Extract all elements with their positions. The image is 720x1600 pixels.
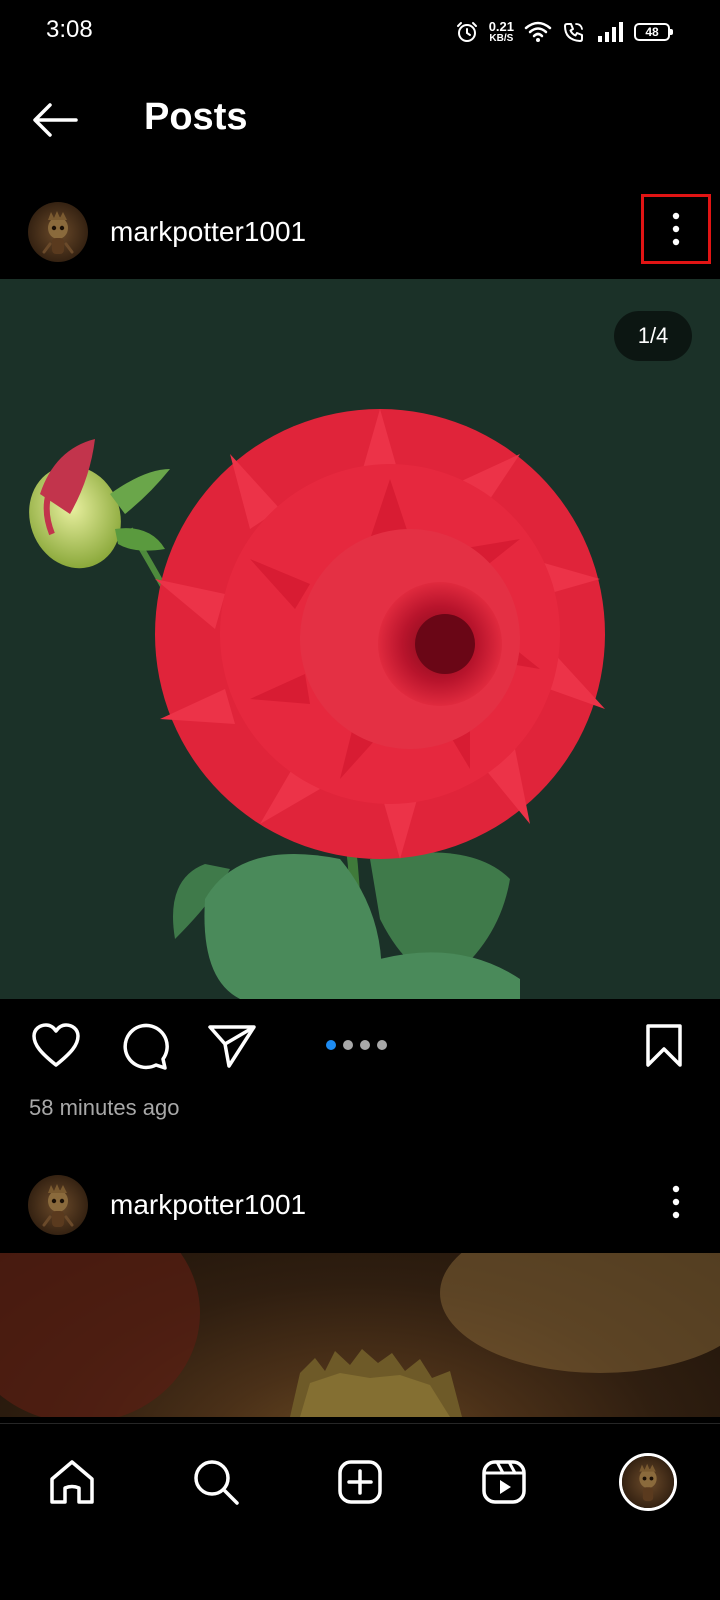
nav-profile[interactable] [610, 1444, 686, 1520]
status-bar: 3:08 0.21 KB/S 48 [0, 0, 720, 64]
signal-icon [598, 22, 623, 42]
network-speed: 0.21 KB/S [489, 20, 514, 44]
groot-avatar-image [622, 1456, 674, 1508]
carousel-dot [360, 1040, 370, 1050]
groot-photo-image [0, 1253, 720, 1417]
username[interactable]: markpotter1001 [110, 216, 306, 248]
avatar[interactable] [28, 1175, 88, 1235]
wifi-icon [524, 21, 552, 42]
post-header: markpotter1001 [0, 192, 720, 272]
create-icon [338, 1460, 382, 1504]
nav-search[interactable] [178, 1444, 254, 1520]
media-counter: 1/4 [614, 311, 692, 361]
groot-avatar-image [28, 202, 88, 262]
network-speed-value: 0.21 [488, 19, 514, 34]
share-button[interactable] [204, 1018, 260, 1074]
carousel-indicator [326, 1040, 387, 1050]
top-bar: Posts [0, 72, 720, 168]
status-time: 3:08 [46, 16, 93, 43]
search-icon [194, 1460, 239, 1505]
post-image[interactable]: 1/4 [0, 279, 720, 999]
post-header: markpotter1001 [0, 1165, 720, 1245]
more-vertical-icon [672, 212, 680, 246]
wifi-call-icon [564, 23, 583, 42]
posts-screen: 3:08 0.21 KB/S 48 Posts markpotter1001 1… [0, 0, 720, 1600]
save-button[interactable] [636, 1018, 692, 1074]
alarm-icon [456, 22, 477, 42]
nav-create[interactable] [322, 1444, 398, 1520]
post-actions [0, 1000, 720, 1090]
status-icons: 0.21 KB/S 48 [455, 14, 673, 50]
more-vertical-icon [672, 1185, 680, 1219]
like-button[interactable] [28, 1018, 84, 1074]
post-timestamp: 58 minutes ago [29, 1095, 180, 1120]
profile-avatar [619, 1453, 677, 1511]
nav-reels[interactable] [466, 1444, 542, 1520]
reels-icon [482, 1460, 526, 1504]
network-speed-unit: KB/S [489, 33, 514, 44]
bottom-navigation [0, 1423, 720, 1600]
heart-icon [32, 1023, 80, 1067]
carousel-dot [343, 1040, 353, 1050]
carousel-dot-active [326, 1040, 336, 1050]
bookmark-icon [646, 1024, 682, 1067]
battery-indicator: 48 [634, 23, 673, 41]
back-button[interactable] [26, 94, 82, 146]
comment-icon [123, 1023, 169, 1070]
share-icon [208, 1025, 256, 1068]
username[interactable]: markpotter1001 [110, 1189, 306, 1221]
home-icon [50, 1460, 94, 1504]
more-options-button[interactable] [641, 194, 711, 264]
page-title: Posts [144, 96, 248, 138]
more-options-button[interactable] [641, 1167, 711, 1237]
groot-avatar-image [28, 1175, 88, 1235]
arrow-left-icon [33, 103, 78, 137]
avatar[interactable] [28, 202, 88, 262]
carousel-dot [377, 1040, 387, 1050]
post-image[interactable] [0, 1253, 720, 1417]
comment-button[interactable] [116, 1018, 172, 1074]
dahlia-flower-image [29, 409, 605, 999]
nav-home[interactable] [34, 1444, 110, 1520]
